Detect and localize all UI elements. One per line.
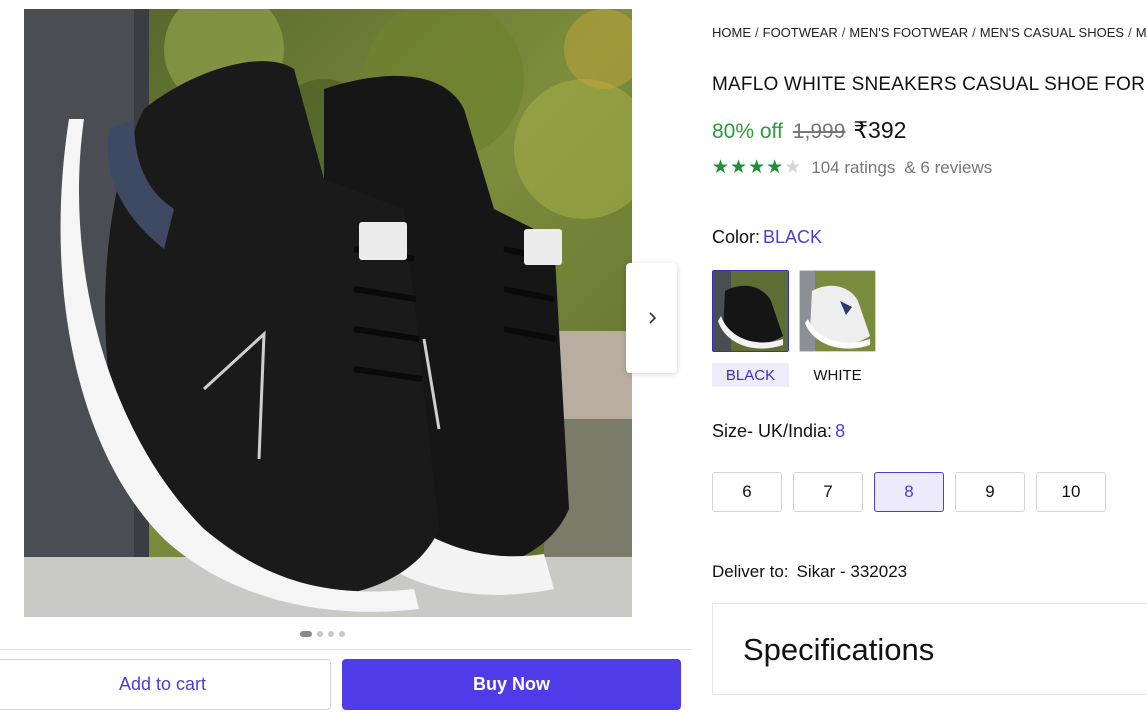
rating-row[interactable]: ★ ★ ★ ★ ★ 104 ratings & 6 reviews [712, 158, 992, 178]
star-icon: ★ [766, 157, 784, 178]
size-option-6[interactable]: 6 [712, 472, 782, 512]
size-option-7[interactable]: 7 [793, 472, 863, 512]
ratings-count[interactable]: 104 ratings [811, 158, 895, 178]
color-option-white-label[interactable]: WHITE [799, 363, 876, 387]
product-image[interactable] [24, 9, 632, 617]
product-info: HOME / FOOTWEAR / MEN'S FOOTWEAR / MEN'S CASUA… [712, 0, 1147, 717]
color-label-text: Color: [712, 227, 761, 247]
buy-now-button[interactable]: Buy Now [342, 659, 681, 710]
deliver-pincode[interactable]: Sikar - 332023 [797, 562, 908, 581]
size-option-9[interactable]: 9 [955, 472, 1025, 512]
star-empty-icon: ★ [784, 157, 802, 178]
pagination-dot[interactable] [328, 631, 334, 637]
pagination-dot[interactable] [300, 631, 312, 637]
deliver-label: Deliver to: [712, 562, 789, 581]
star-rating: ★ ★ ★ ★ ★ [712, 158, 801, 178]
pagination-dot[interactable] [339, 631, 345, 637]
breadcrumb-home[interactable]: HOME [712, 25, 751, 40]
add-to-cart-button[interactable]: Add to cart [0, 659, 331, 710]
breadcrumb-footwear[interactable]: FOOTWEAR [763, 25, 838, 40]
breadcrumb-mens-casual-shoes[interactable]: MEN'S CASUAL SHOES [980, 25, 1124, 40]
white-shoe-thumbnail [800, 271, 875, 351]
breadcrumb-mens-footwear[interactable]: MEN'S FOOTWEAR [849, 25, 968, 40]
product-page: Add to cart Buy Now HOME / FOOTWEAR / MEN'S … [0, 0, 1147, 717]
breadcrumb-current[interactable]: MAFLO [1136, 25, 1147, 40]
star-icon: ★ [730, 157, 748, 178]
delivery-location[interactable]: Deliver to: Sikar - 332023 [712, 562, 907, 582]
product-title: MAFLO WHITE SNEAKERS CASUAL SHOE FOR [712, 74, 1146, 95]
size-option-10[interactable]: 10 [1036, 472, 1106, 512]
chevron-right-icon [648, 312, 656, 324]
pagination-dot[interactable] [317, 631, 323, 637]
color-selected-value: BLACK [763, 227, 823, 247]
breadcrumb: HOME / FOOTWEAR / MEN'S FOOTWEAR / MEN'S CASUA… [712, 25, 1147, 40]
size-label: Size- UK/India: 8 [712, 421, 845, 442]
color-label: Color: BLACK [712, 227, 822, 248]
price-row: 80% off 1,999 ₹392 [712, 117, 906, 144]
size-selected-value: 8 [835, 421, 846, 441]
color-swatch-black[interactable] [712, 270, 789, 352]
color-option-black-label[interactable]: BLACK [712, 363, 789, 387]
sneakers-illustration [24, 9, 632, 617]
reviews-count[interactable]: & 6 reviews [904, 158, 992, 178]
selling-price: ₹392 [853, 117, 907, 143]
image-pagination [300, 631, 345, 637]
size-option-8[interactable]: 8 [874, 472, 944, 512]
size-label-text: Size- UK/India: [712, 421, 833, 441]
black-shoe-thumbnail [713, 271, 788, 351]
star-icon: ★ [748, 157, 766, 178]
original-price: 1,999 [792, 120, 846, 143]
size-options: 6 7 8 9 10 [712, 472, 1106, 512]
color-swatch-white[interactable] [799, 270, 876, 352]
specifications-heading: Specifications [743, 632, 935, 667]
next-image-button[interactable] [626, 263, 677, 373]
star-icon: ★ [712, 157, 730, 178]
specifications-section[interactable]: Specifications [712, 603, 1147, 695]
discount-percent: 80% off [712, 120, 783, 143]
purchase-actions: Add to cart Buy Now [0, 649, 693, 717]
